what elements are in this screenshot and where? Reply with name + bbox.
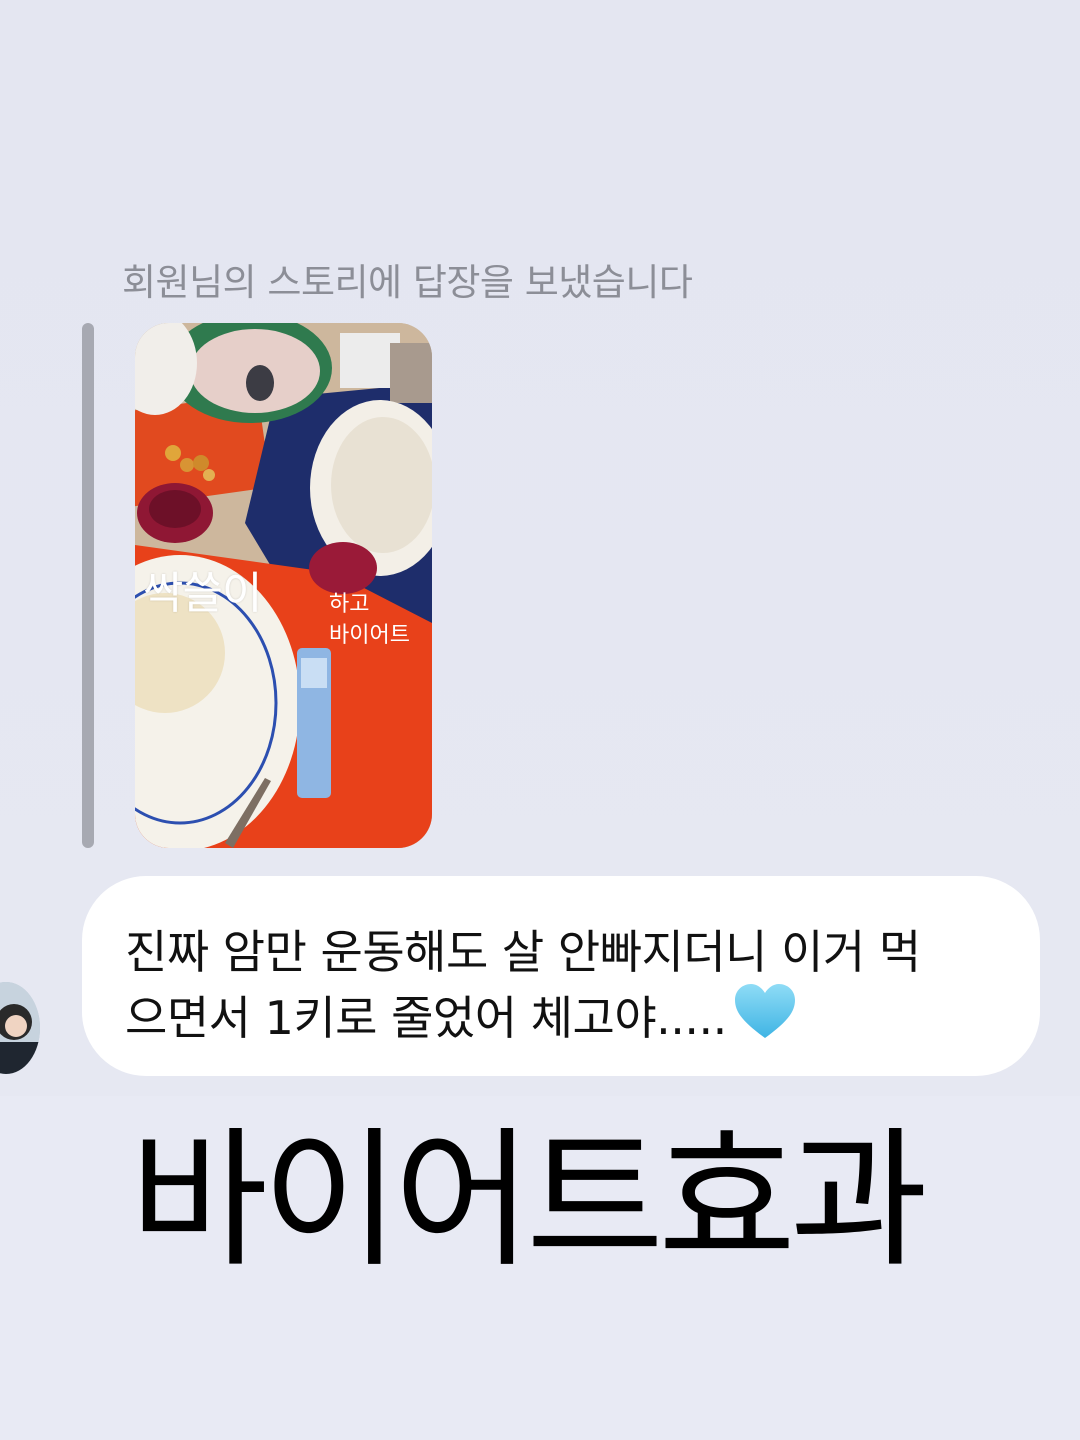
story-overlay-big-text: 싹쓸이 [143,568,262,619]
chat-area: 회원님의 스토리에 답장을 보냈습니다 싹쓸이 하고 바이어트 진짜 암만 운동… [0,0,1080,1096]
story-thumbnail[interactable]: 싹쓸이 하고 바이어트 [135,323,432,848]
message-line-2-text: 으면서 1키로 줄었어 체고야..... [125,991,727,1045]
headline-text: 바이어트효과 [130,1114,928,1288]
light-blue-heart-icon [733,982,797,1042]
story-overlay-small-text-2: 바이어트 [329,623,410,648]
message-line-1: 진짜 암만 운동해도 살 안빠지더니 이거 먹 [125,925,921,979]
story-overlay-small-text-1: 하고 [329,592,370,617]
message-bubble[interactable]: 진짜 암만 운동해도 살 안빠지더니 이거 먹 으면서 1키로 줄었어 체고야.… [82,876,1040,1076]
avatar-photo [0,982,40,1074]
sender-avatar[interactable] [0,982,40,1074]
quote-bar [82,323,94,848]
message-line-2: 으면서 1키로 줄었어 체고야..... [125,982,797,1048]
story-reply-caption: 회원님의 스토리에 답장을 보냈습니다 [122,261,693,304]
